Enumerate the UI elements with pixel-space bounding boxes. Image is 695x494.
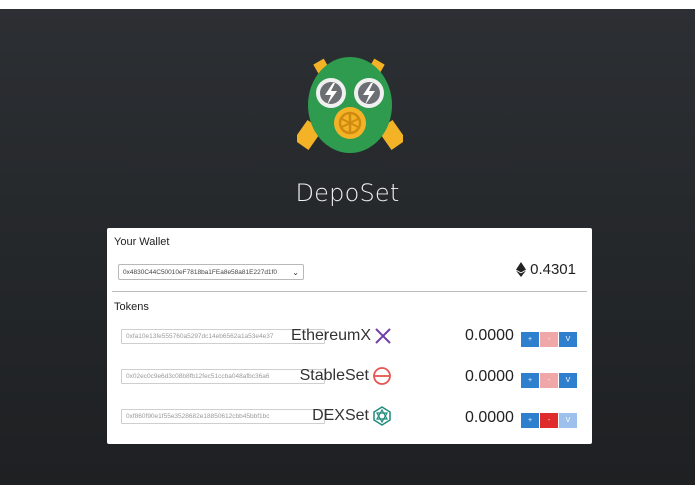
deposit-button[interactable]: + bbox=[521, 373, 539, 388]
wallet-balance-value: 0.4301 bbox=[530, 261, 576, 278]
token-name-stableset: StableSet bbox=[300, 364, 392, 388]
tokens-heading: Tokens bbox=[114, 301, 149, 313]
wallet-address-value: 0x4830C44C50010eF7818ba1FEa8e58a81E227d1… bbox=[123, 269, 277, 276]
app-background: DepoSet Your Wallet 0x4830C44C50010eF781… bbox=[0, 9, 695, 485]
withdraw-button[interactable]: - bbox=[540, 373, 558, 388]
view-button[interactable]: V bbox=[559, 373, 577, 388]
token-address-dexset[interactable]: 0xf860f90e1f55e3528682e18850612cbb45bbf1… bbox=[121, 409, 325, 424]
stableset-icon bbox=[373, 367, 391, 385]
wallet-address-select[interactable]: 0x4830C44C50010eF7818ba1FEa8e58a81E227d1… bbox=[118, 264, 304, 280]
dexset-icon bbox=[373, 406, 391, 426]
wallet-card: Your Wallet 0x4830C44C50010eF7818ba1FEa8… bbox=[107, 228, 592, 444]
token-address-stableset[interactable]: 0x02ec0c9e6d3c08b8fb12fec51ccba048afbc36… bbox=[121, 369, 325, 384]
token-actions-stableset: + - V bbox=[521, 373, 577, 388]
token-balance-dexset: 0.0000 bbox=[465, 409, 514, 426]
token-balance-stableset: 0.0000 bbox=[465, 368, 514, 385]
deposit-button[interactable]: + bbox=[521, 332, 539, 347]
wallet-balance: 0.4301 bbox=[516, 261, 576, 278]
app-title: DepoSet bbox=[295, 179, 400, 207]
token-name-dexset: DEXSet bbox=[312, 404, 392, 428]
chevron-down-icon: ⌄ bbox=[292, 268, 299, 277]
token-name-ethereumx: EthereumX bbox=[291, 324, 392, 348]
view-button[interactable]: V bbox=[559, 413, 577, 428]
ethereumx-icon bbox=[375, 328, 391, 344]
deposit-button[interactable]: + bbox=[521, 413, 539, 428]
token-actions-dexset: + - V bbox=[521, 413, 577, 428]
gas-mask-logo-icon bbox=[297, 57, 403, 153]
view-button[interactable]: V bbox=[559, 332, 577, 347]
ethereum-icon bbox=[516, 262, 527, 277]
withdraw-button[interactable]: - bbox=[540, 413, 558, 428]
token-balance-ethereumx: 0.0000 bbox=[465, 327, 514, 344]
divider bbox=[112, 291, 587, 292]
withdraw-button[interactable]: - bbox=[540, 332, 558, 347]
wallet-heading: Your Wallet bbox=[114, 236, 170, 248]
token-actions-ethereumx: + - V bbox=[521, 332, 577, 347]
